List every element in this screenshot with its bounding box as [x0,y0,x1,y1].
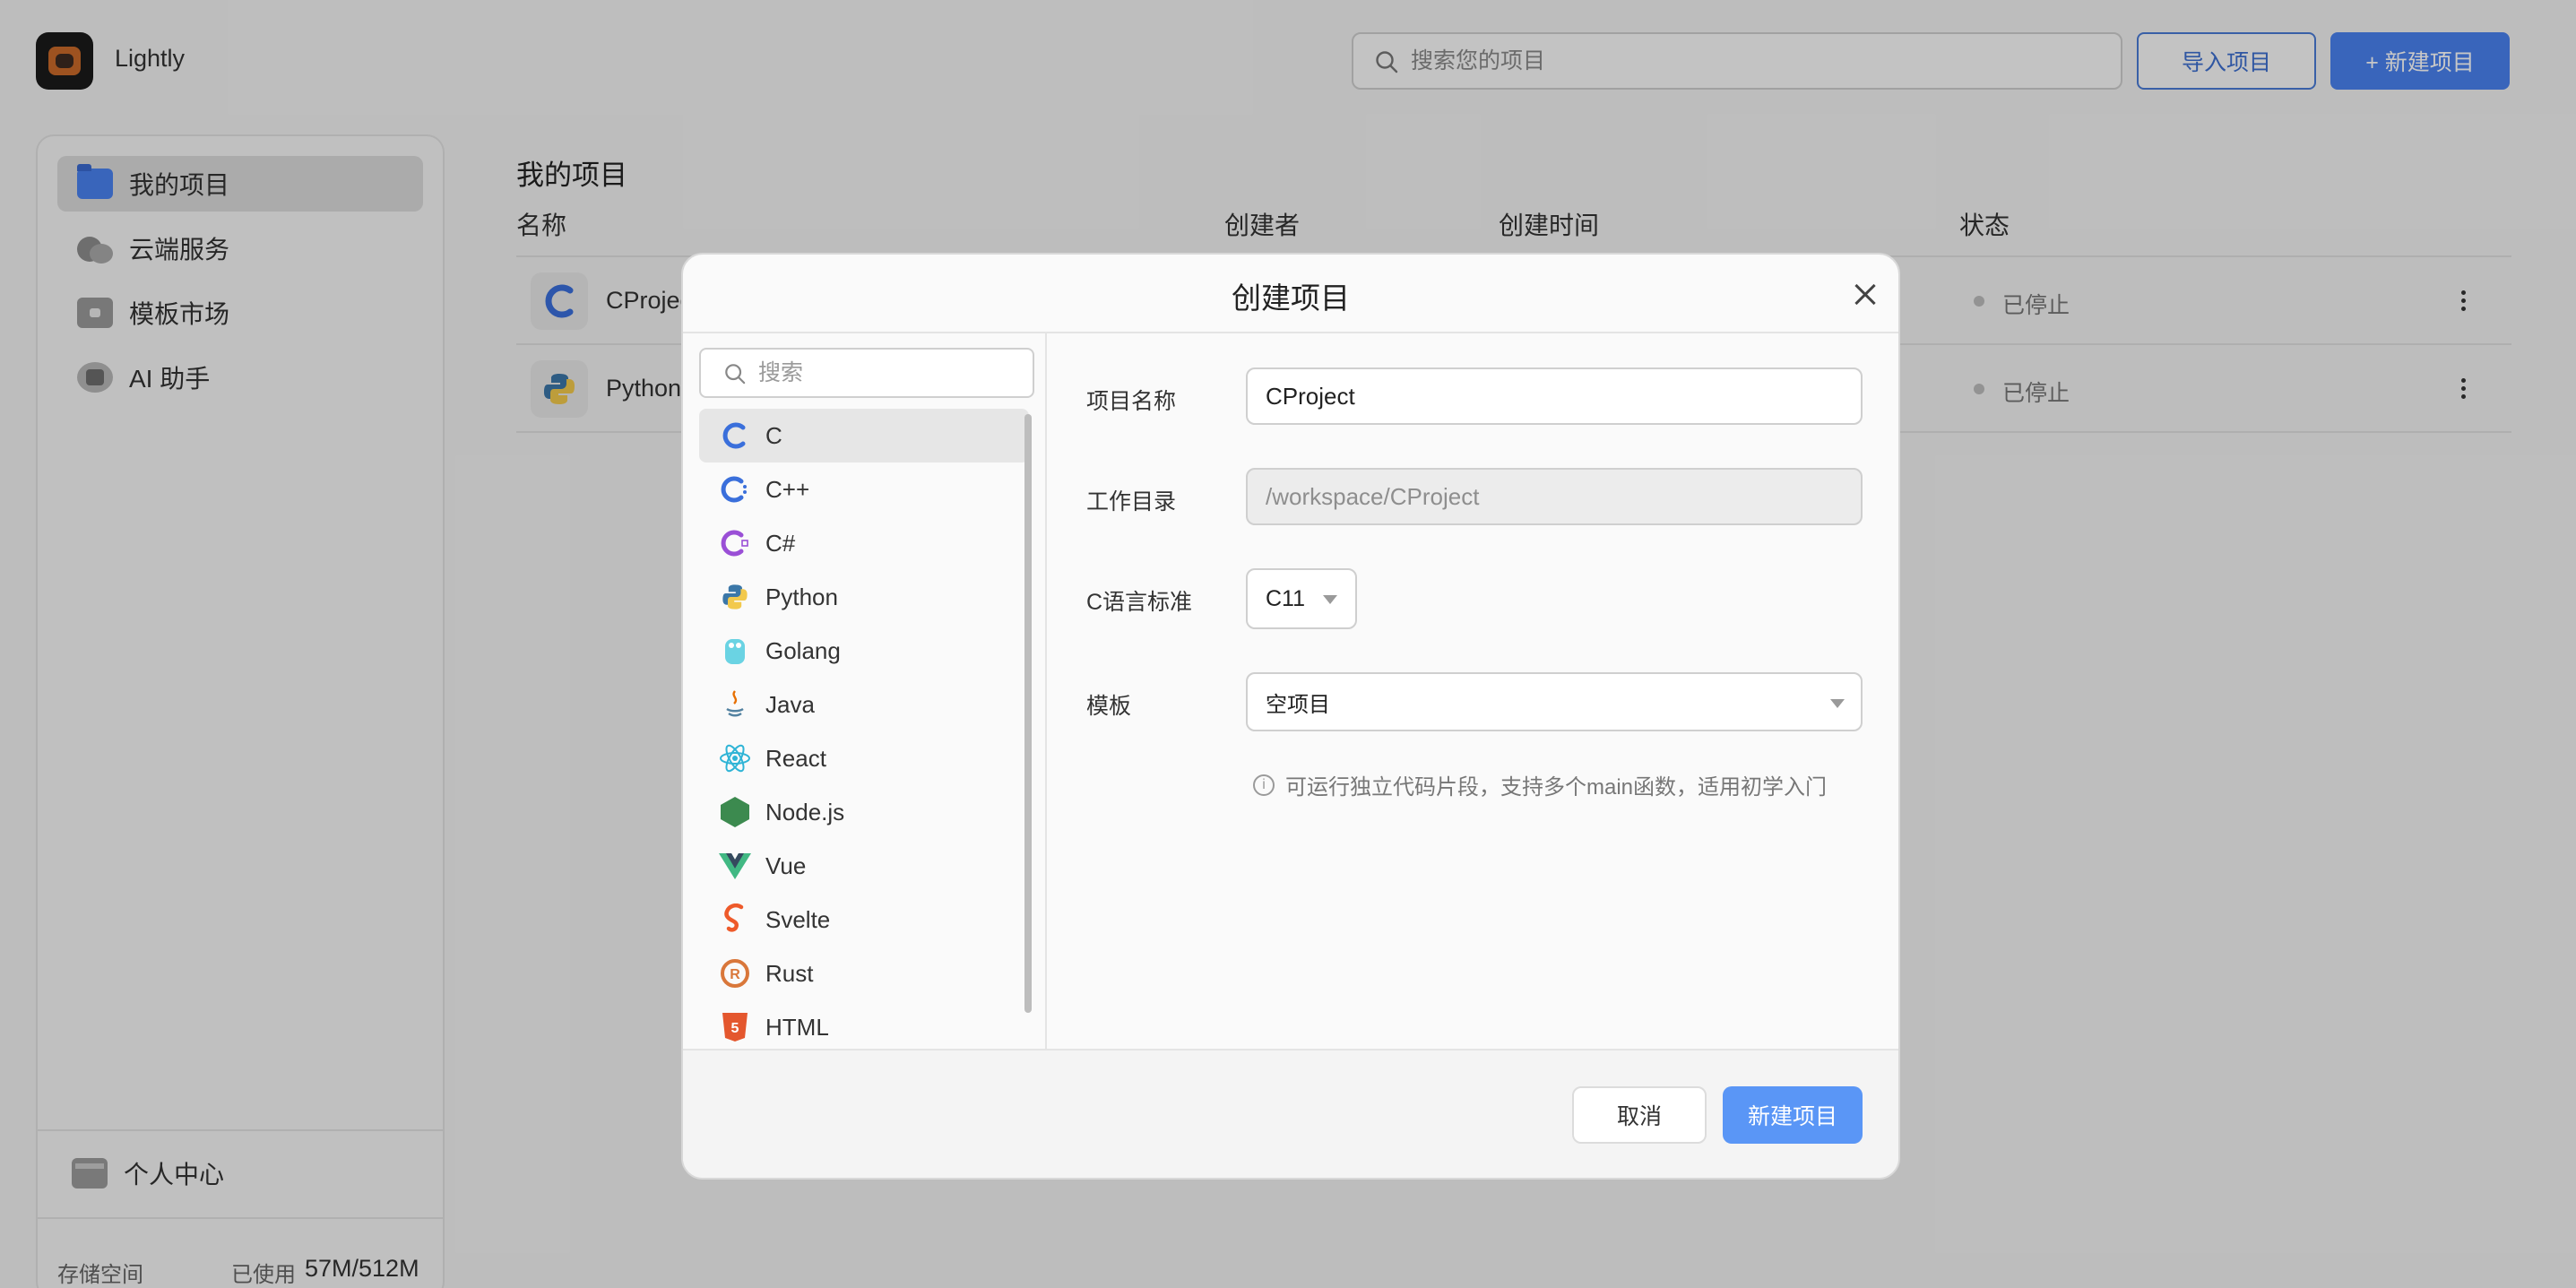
language-label: Node.js [765,798,845,826]
language-item-nodejs[interactable]: Node.js [699,785,1029,839]
language-label: Java [765,690,815,718]
language-label: React [765,744,826,772]
language-label: HTML [765,1013,829,1041]
java-icon [719,688,751,721]
nodejs-icon [719,796,751,828]
svg-text:5: 5 [731,1021,739,1036]
language-label: Golang [765,636,841,664]
svg-text:R: R [730,967,740,982]
language-label: C [765,421,782,449]
language-label: C# [765,529,796,557]
project-name-label: 项目名称 [1086,389,1177,414]
workdir-field: /workspace/CProject [1246,468,1863,525]
dialog-title: 创建项目 [1232,281,1350,315]
language-item-vue[interactable]: Vue [699,839,1029,893]
language-label: Rust [765,959,814,987]
template-hint: i 可运行独立代码片段，支持多个main函数，适用初学入门 [1253,769,1827,800]
cpp-icon [719,473,751,506]
c-standard-value: C11 [1266,585,1306,611]
template-label: 模板 [1086,694,1132,719]
language-item-svelte[interactable]: Svelte [699,893,1029,947]
c-lang-icon [719,419,751,452]
rust-icon: R [719,957,751,990]
language-item-python[interactable]: Python [699,570,1029,624]
close-icon[interactable] [1848,276,1884,312]
vue-icon [719,850,751,882]
language-item-cpp[interactable]: C++ [699,462,1029,516]
language-label: Svelte [765,905,831,933]
c-standard-label: C语言标准 [1086,590,1193,615]
search-icon [725,364,746,385]
language-item-c[interactable]: C [699,409,1029,462]
language-item-csharp[interactable]: C# [699,516,1029,570]
language-label: C++ [765,475,810,503]
language-search[interactable] [699,348,1034,398]
python-icon [719,581,751,613]
csharp-icon [719,527,751,559]
workdir-label: 工作目录 [1086,489,1177,514]
language-item-java[interactable]: Java [699,678,1029,731]
project-name-field[interactable]: CProject [1246,367,1863,425]
dialog-footer [683,1050,1898,1178]
svelte-icon [719,903,751,936]
create-project-button[interactable]: 新建项目 [1723,1086,1863,1144]
chevron-down-icon [1323,595,1337,604]
language-item-golang[interactable]: Golang [699,624,1029,678]
language-label: Vue [765,851,807,879]
language-item-html[interactable]: 5 HTML [699,1000,1029,1054]
language-label: Python [765,583,838,610]
info-icon: i [1253,774,1275,796]
language-item-rust[interactable]: R Rust [699,947,1029,1000]
html5-icon: 5 [719,1011,751,1043]
cancel-button[interactable]: 取消 [1572,1086,1707,1144]
chevron-down-icon [1830,699,1845,708]
hint-text: 可运行独立代码片段，支持多个main函数，适用初学入门 [1285,775,1828,800]
gopher-icon [719,635,751,667]
language-item-react[interactable]: React [699,731,1029,785]
scrollbar[interactable] [1024,414,1032,1013]
create-project-dialog: 创建项目 C C++ C# Python [681,253,1900,1180]
language-list: C C++ C# Python Golang Java React Node.j… [699,409,1029,1054]
c-standard-select[interactable]: C11 [1246,568,1357,629]
template-value: 空项目 [1266,692,1330,717]
language-search-input[interactable] [758,350,1018,396]
language-pane: C C++ C# Python Golang Java [683,333,1047,1050]
template-select[interactable]: 空项目 [1246,672,1863,731]
react-icon [719,742,751,774]
